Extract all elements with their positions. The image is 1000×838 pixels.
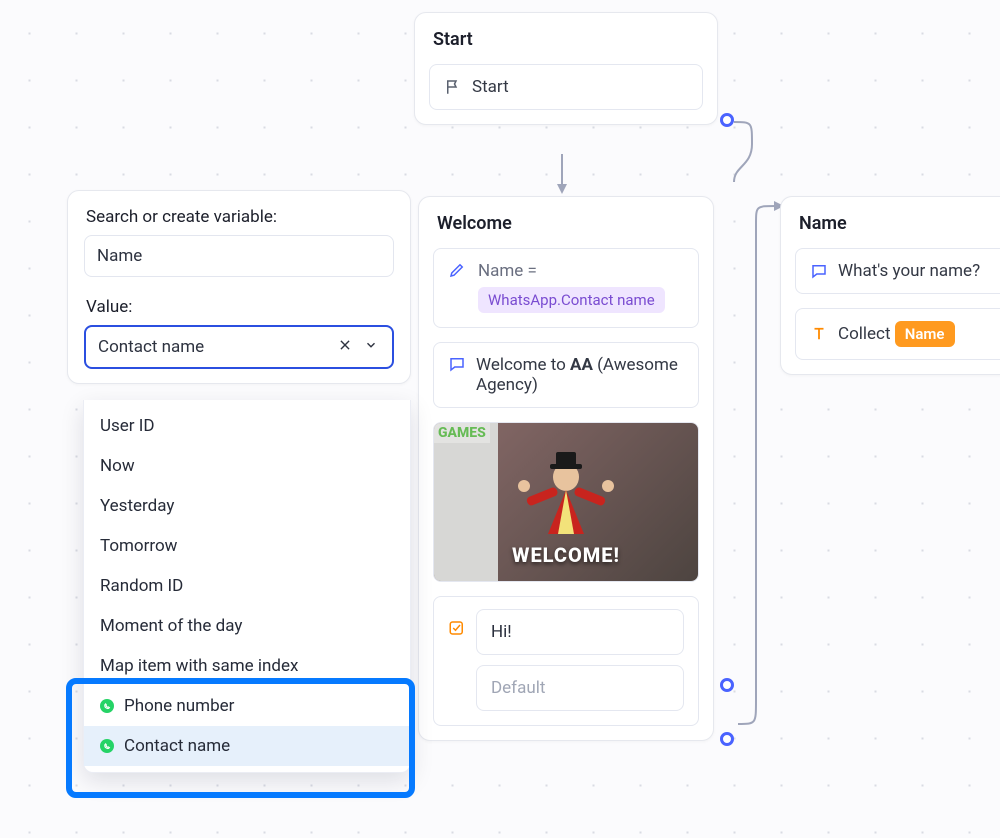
dropdown-item[interactable]: Tomorrow xyxy=(84,526,410,566)
dropdown-item[interactable]: Phone number xyxy=(84,686,410,726)
dropdown-item[interactable]: Random ID xyxy=(84,566,410,606)
checkbox-icon xyxy=(448,619,466,637)
dropdown-item-label: Random ID xyxy=(100,576,183,596)
start-step-row[interactable]: Start xyxy=(429,64,703,110)
flag-icon xyxy=(444,78,462,96)
message-text: Welcome to AA (Awesome Agency) xyxy=(476,355,684,395)
welcome-node-title: Welcome xyxy=(419,197,713,248)
chat-icon xyxy=(448,355,466,373)
dropdown-item-label: Now xyxy=(100,456,135,476)
dropdown-item-label: Contact name xyxy=(124,736,230,756)
chevron-down-icon[interactable] xyxy=(362,337,380,357)
value-label: Value: xyxy=(68,283,410,325)
variable-value-chip: WhatsApp.Contact name xyxy=(478,287,665,313)
start-node[interactable]: Start Start xyxy=(414,12,718,125)
choice-default-input[interactable]: Default xyxy=(476,665,684,711)
text-icon xyxy=(810,325,828,343)
port-choice-default[interactable] xyxy=(720,732,734,746)
variable-editor-panel: Search or create variable: Name Value: C… xyxy=(67,190,411,384)
image-preview: GAMES WELCOME! xyxy=(434,423,698,581)
set-variable-block[interactable]: Name = WhatsApp.Contact name xyxy=(433,248,699,328)
whatsapp-icon xyxy=(100,699,114,713)
connector-start-to-welcome xyxy=(556,154,576,200)
dropdown-item-label: Tomorrow xyxy=(100,536,177,556)
chat-icon xyxy=(810,262,828,280)
image-block[interactable]: GAMES WELCOME! xyxy=(433,422,699,582)
dropdown-item-label: Moment of the day xyxy=(100,616,242,636)
dropdown-item-label: Yesterday xyxy=(100,496,174,516)
image-badge: GAMES xyxy=(434,423,490,443)
port-choice-1[interactable] xyxy=(720,678,734,692)
variable-name: Name xyxy=(478,261,523,281)
variable-name-input[interactable]: Name xyxy=(84,235,394,277)
collect-variable-chip: Name xyxy=(895,321,955,347)
name-node[interactable]: Name What's your name? Collect Name xyxy=(780,196,1000,375)
dropdown-item[interactable]: Contact name xyxy=(84,726,410,766)
dropdown-item-label: Map item with same index xyxy=(100,656,298,676)
question-text: What's your name? xyxy=(838,261,980,281)
whatsapp-icon xyxy=(100,739,114,753)
value-combobox-value: Contact name xyxy=(98,337,204,357)
choice-option-input[interactable]: Hi! xyxy=(476,609,684,655)
start-node-title: Start xyxy=(415,13,717,64)
start-step-label: Start xyxy=(472,77,509,97)
dropdown-item[interactable]: Map item with same index xyxy=(84,646,410,686)
dropdown-item[interactable]: Moment of the day xyxy=(84,606,410,646)
collect-block[interactable]: Collect Name xyxy=(795,308,1000,360)
search-or-create-label: Search or create variable: xyxy=(68,193,410,235)
dropdown-item[interactable]: User ID xyxy=(84,406,410,446)
collect-label: Collect Name xyxy=(838,321,955,347)
dropdown-item[interactable]: Now xyxy=(84,446,410,486)
choice-block[interactable]: Hi! Default xyxy=(433,596,699,726)
name-node-title: Name xyxy=(781,197,1000,248)
dropdown-item-label: Phone number xyxy=(124,696,234,716)
equals-sign: = xyxy=(523,261,537,281)
dropdown-item[interactable]: Yesterday xyxy=(84,486,410,526)
value-dropdown-list: User ID Now Yesterday Tomorrow Random ID Mome… xyxy=(83,400,411,773)
dropdown-item-label: User ID xyxy=(100,416,155,436)
image-caption: WELCOME! xyxy=(512,543,620,567)
connector-start-right xyxy=(728,120,768,200)
question-block[interactable]: What's your name? xyxy=(795,248,1000,294)
pencil-icon xyxy=(448,261,466,279)
value-combobox[interactable]: Contact name xyxy=(84,325,394,369)
port-start-out[interactable] xyxy=(720,113,734,127)
send-message-block[interactable]: Welcome to AA (Awesome Agency) xyxy=(433,342,699,408)
welcome-node[interactable]: Welcome Name = WhatsApp.Contact name Wel… xyxy=(418,196,714,741)
clear-icon[interactable] xyxy=(336,337,354,357)
